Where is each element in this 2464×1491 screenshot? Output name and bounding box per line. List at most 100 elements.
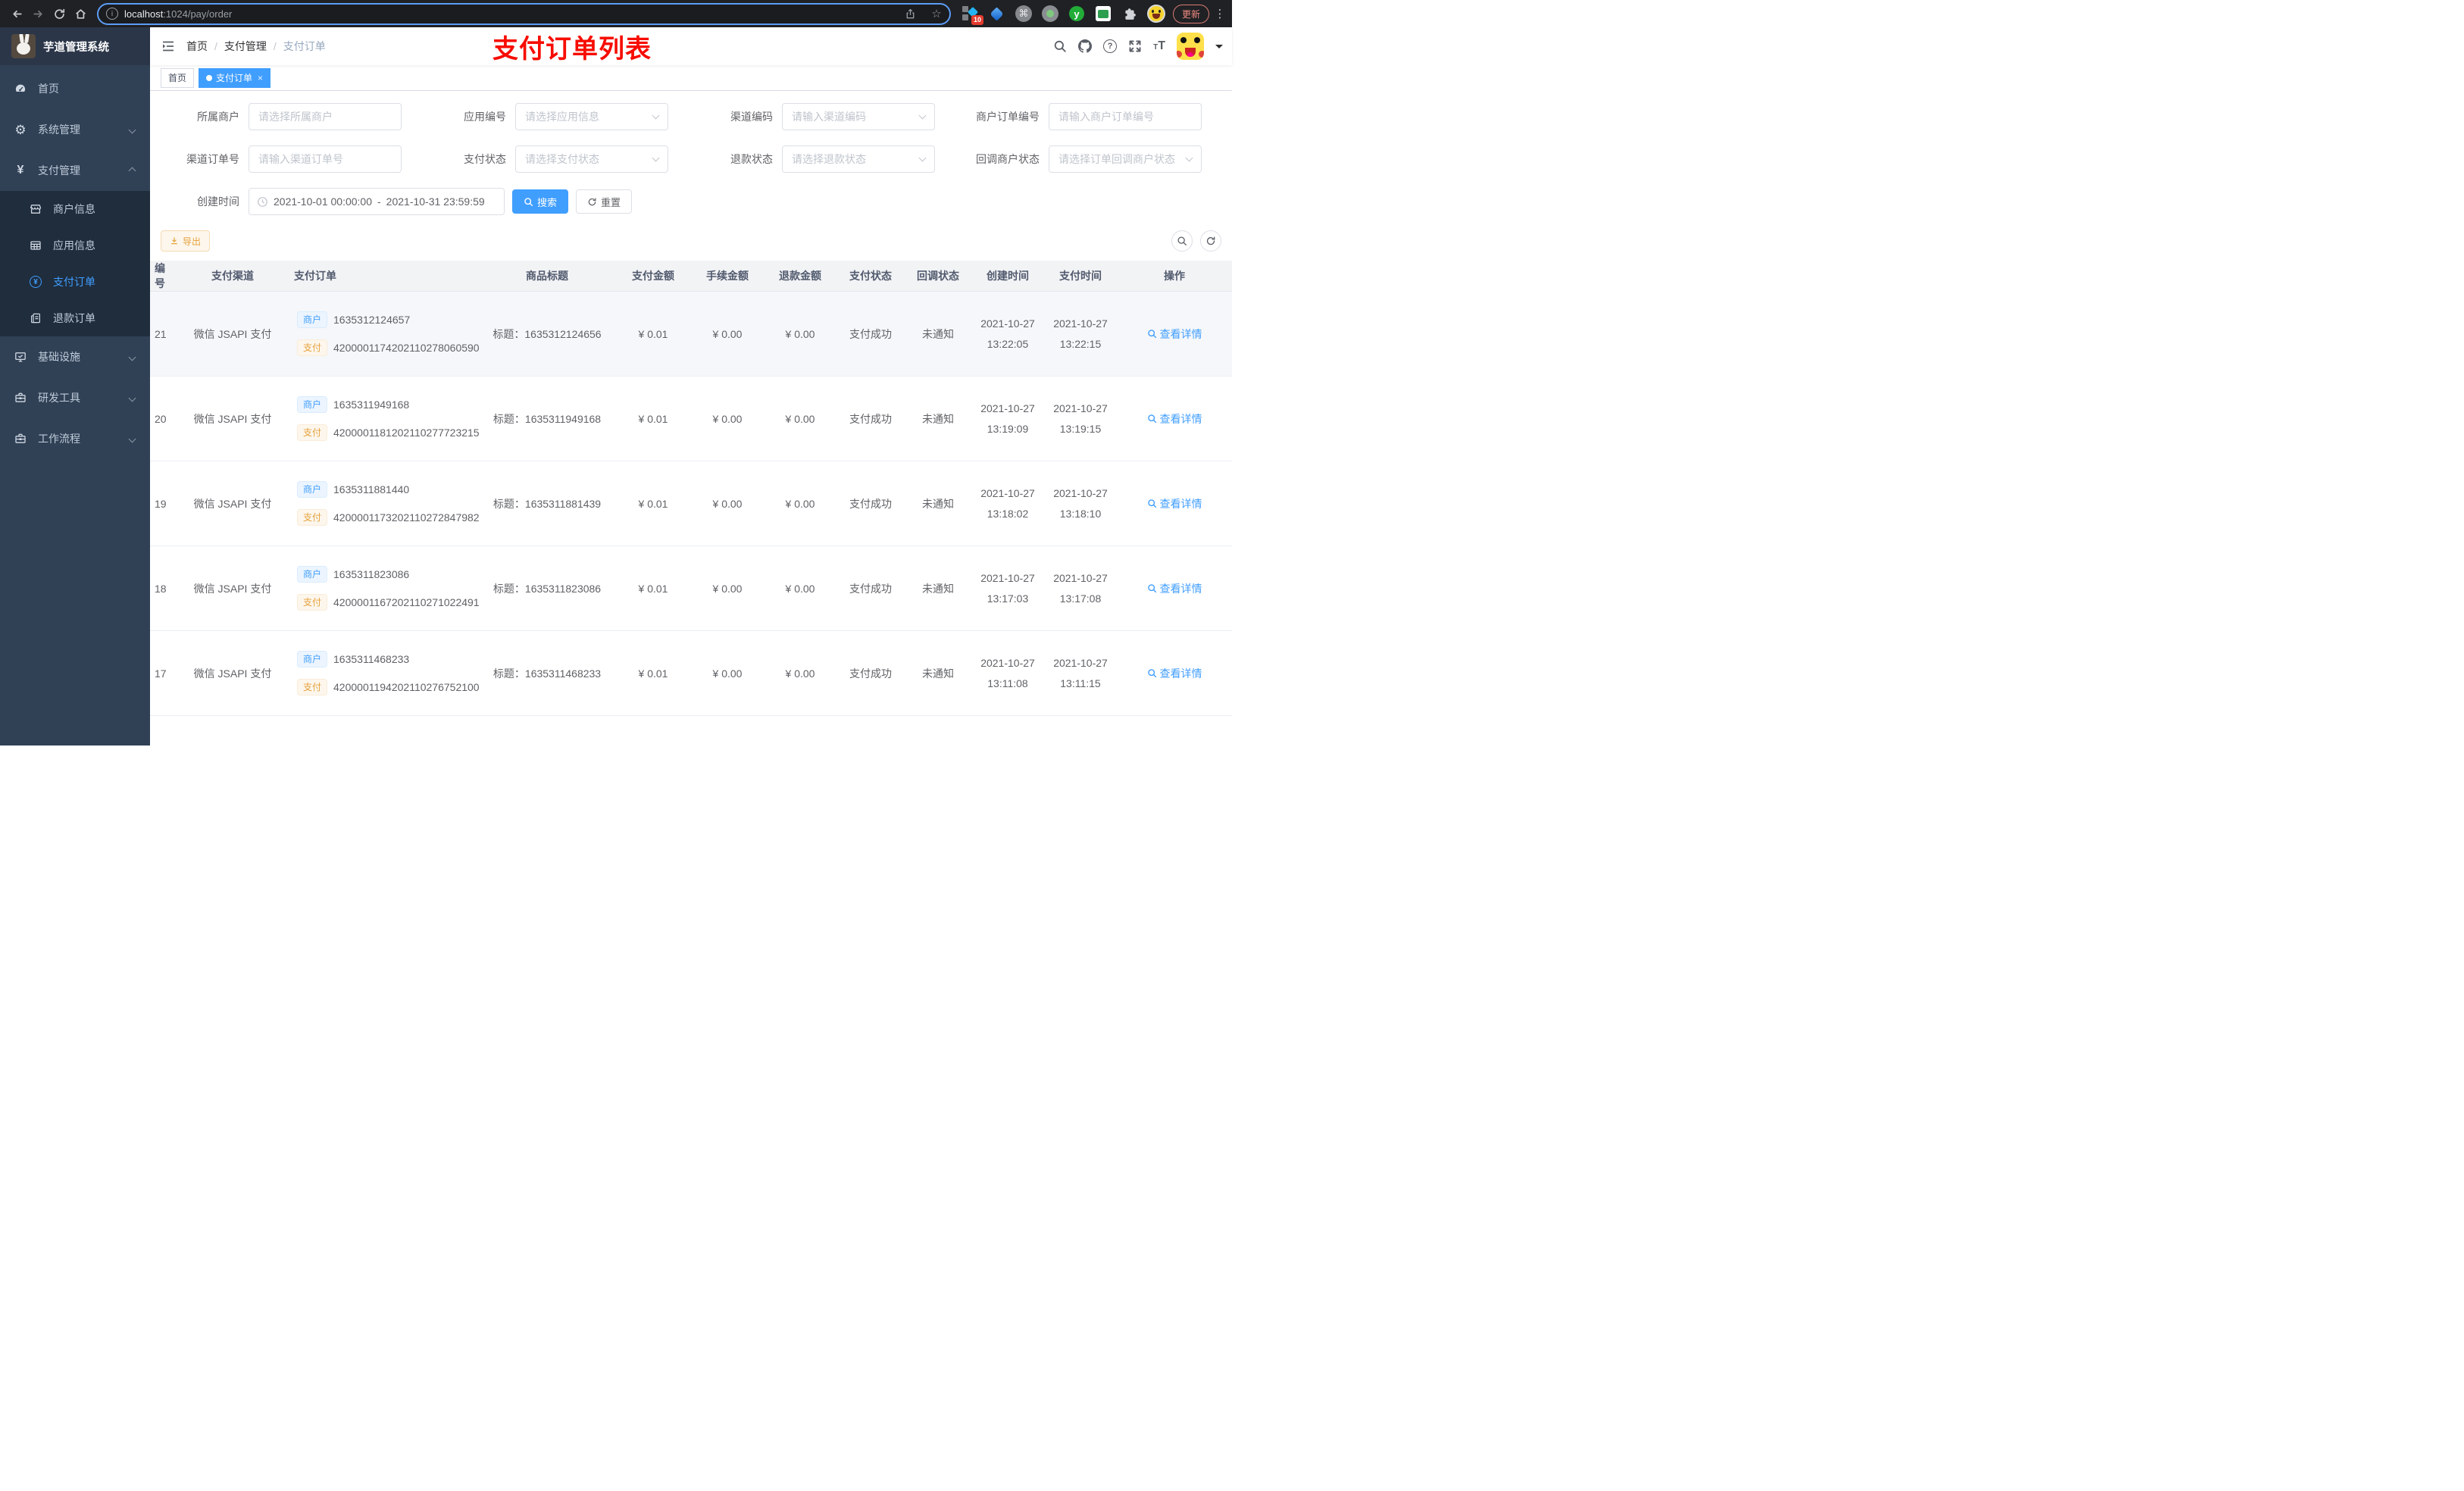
pay-tag: 支付 [297,594,328,611]
help-icon[interactable]: ? [1103,39,1118,53]
search-icon [524,197,533,207]
search-button[interactable]: 搜索 [512,189,569,214]
placeholder-text: 请输入商户订单编号 [1058,111,1154,123]
breadcrumb-home[interactable]: 首页 [186,39,208,54]
extensions-puzzle-icon[interactable] [1121,5,1139,23]
chevron-down-icon [918,154,927,161]
filter-select[interactable]: 请选择应用信息 [515,103,668,130]
sidebar-item-5[interactable]: 工作流程 [0,418,150,459]
chevron-down-icon [1185,154,1193,161]
sidebar-item-1[interactable]: ⚙ 系统管理 [0,109,150,150]
y-extension-icon[interactable]: y [1068,5,1086,23]
filter-label: 回调商户状态 [976,153,1040,165]
update-button[interactable]: 更新 [1172,4,1209,23]
cell-channel: 微信 JSAPI 支付 [176,545,289,631]
cell-pay-time: 2021-10-27 13:17:08 [1044,545,1117,631]
command-extension-icon[interactable]: ⌘ [1015,5,1033,23]
fullscreen-icon[interactable] [1128,39,1142,53]
refresh-table-button[interactable] [1200,230,1221,252]
view-detail-link[interactable]: 查看详情 [1147,581,1202,596]
url-host: localhost [124,8,164,20]
filter-select[interactable]: 请选择支付状态 [515,145,668,173]
cell-id: 17 [150,630,176,716]
order-number: 1635311881440 [333,483,410,495]
caret-down-icon[interactable] [1215,44,1223,52]
search-icon[interactable] [1053,39,1067,53]
filter-item-1: 应用编号 请选择应用信息 [424,103,691,130]
filter-select[interactable]: 请选择退款状态 [782,145,935,173]
order-number: 4200001194202110276752100612 [333,681,479,693]
filter-select[interactable]: 请选择订单回调商户状态 [1049,145,1202,173]
view-detail-link[interactable]: 查看详情 [1147,411,1202,427]
app-logo: 芋道管理系统 [0,27,150,65]
cell-amount: ¥ 0.01 [615,545,691,631]
date-range-picker[interactable]: 2021-10-01 00:00:00 - 2021-10-31 23:59:5… [249,188,505,215]
sidebar-item-4[interactable]: 研发工具 [0,377,150,418]
order-number: 1635311468233 [333,653,410,665]
sidebar-item-0[interactable]: 首页 [0,68,150,109]
sidebar-item-2[interactable]: ¥ 支付管理 [0,150,150,191]
cell-pay-status: 支付成功 [836,630,905,716]
url-bar[interactable]: i localhost:1024/pay/order ☆ [97,2,951,25]
bookmark-star-icon[interactable]: ☆ [927,4,946,23]
date-filter-row: 创建时间 2021-10-01 00:00:00 - 2021-10-31 23… [158,188,1224,215]
github-icon[interactable] [1078,39,1093,53]
breadcrumb: 首页 / 支付管理 / 支付订单 [186,39,326,54]
cell-refund: ¥ 0.00 [764,461,836,546]
close-tab-icon[interactable]: × [258,73,263,83]
sidebar-item-3[interactable]: 基础设施 [0,336,150,377]
sidebar-item-label: 商户信息 [53,203,95,215]
cell-pay-order: 商户 1635311949168 支付 42000011812021102777232… [289,376,479,461]
home-icon[interactable] [70,2,91,25]
chat-extension-icon[interactable] [1094,5,1112,23]
back-icon[interactable] [6,2,27,25]
kite-extension-icon[interactable] [988,5,1006,23]
filter-select[interactable]: 请输入渠道编码 [782,103,935,130]
reload-icon[interactable] [48,2,70,25]
cell-channel: 微信 JSAPI 支付 [176,630,289,716]
tab-pay-order[interactable]: 支付订单 × [199,67,271,88]
download-icon [170,236,179,245]
shop-icon [29,202,42,216]
view-detail-link[interactable]: 查看详情 [1147,496,1202,511]
sidebar-subitem-3[interactable]: 退款订单 [0,300,150,336]
user-avatar[interactable] [1177,33,1204,60]
sidebar-subitem-0[interactable]: 商户信息 [0,191,150,227]
page-content: 所属商户 请选择所属商户 应用编号 请选择应用信息 渠道编码 请输入渠道编码 商户订单编号请… [150,91,1232,746]
monitor-icon [14,350,27,364]
refresh-icon [587,197,597,207]
refund-icon [29,311,42,325]
font-size-icon[interactable]: TT [1153,40,1165,52]
info-icon[interactable]: i [106,8,118,20]
pay-tag: 支付 [297,424,328,441]
export-button[interactable]: 导出 [161,230,211,252]
filter-input[interactable]: 请输入渠道订单号 [249,145,402,173]
clock-icon [257,196,268,208]
column-header: 商品标题 [479,261,615,292]
sidebar-submenu: 商户信息应用信息 ¥ 支付订单 退款订单 [0,191,150,336]
toggle-search-button[interactable] [1171,230,1193,252]
column-header: 回调状态 [905,261,971,292]
cell-title: 标题：1635311949168 [479,376,615,461]
hamburger-icon[interactable] [150,40,186,52]
workflow-extension-icon[interactable]: 10 [962,5,983,25]
filter-input[interactable]: 请选择所属商户 [249,103,402,130]
view-detail-link[interactable]: 查看详情 [1147,666,1202,681]
browser-toolbar: i localhost:1024/pay/order ☆ 10 ⌘ y 更新 ⋮ [0,0,1232,27]
sidebar-subitem-1[interactable]: 应用信息 [0,227,150,264]
tab-home[interactable]: 首页 [161,67,195,88]
filter-label: 渠道编码 [730,111,773,123]
sidebar-subitem-2[interactable]: ¥ 支付订单 [0,264,150,300]
cell-pay-status: 支付成功 [836,291,905,377]
recorder-extension-icon[interactable] [1041,5,1059,23]
reset-button[interactable]: 重置 [576,189,633,214]
browser-menu-icon[interactable]: ⋮ [1214,7,1226,20]
filter-input[interactable]: 请输入商户订单编号 [1049,103,1202,130]
share-icon[interactable] [901,4,921,23]
breadcrumb-pay-manage[interactable]: 支付管理 [224,39,267,54]
forward-icon[interactable] [27,2,48,25]
filter-label: 商户订单编号 [976,111,1040,123]
table-toolbar: 导出 [161,230,1221,252]
view-detail-link[interactable]: 查看详情 [1147,327,1202,342]
profile-avatar-icon[interactable] [1146,5,1165,23]
